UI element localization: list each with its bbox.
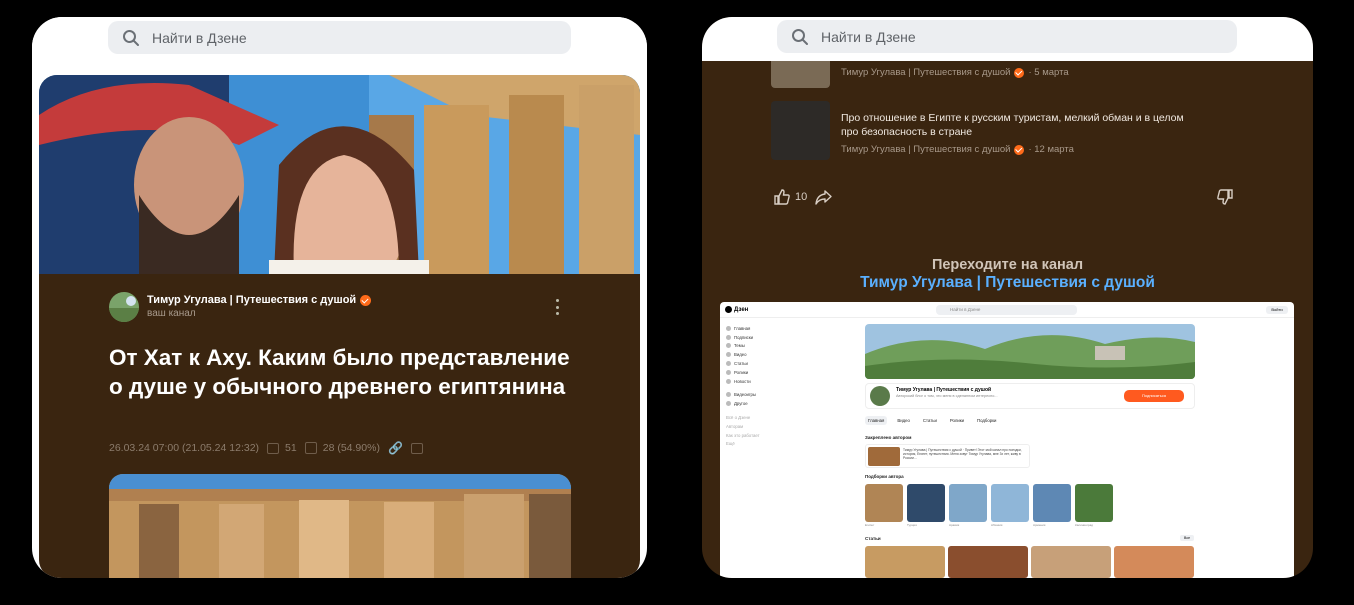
- like-count: 10: [795, 191, 808, 203]
- article-meta: 26.03.24 07:00 (21.05.24 12:32) 51 28 (5…: [109, 441, 429, 455]
- reaction-bar: 10: [774, 189, 832, 205]
- mini-channel-banner: [865, 324, 1195, 379]
- search-placeholder: Найти в Дзене: [152, 29, 247, 46]
- channel-page-screenshot: Дзен Найти в Дзене Войти Главная Подписк…: [720, 302, 1294, 578]
- mini-sidebar: Главная Подписки Темы Видео Статьи Ролик…: [726, 325, 760, 447]
- article-cover-photo: [39, 75, 640, 274]
- search-icon: [122, 29, 140, 47]
- mini-login-button: Войти: [1266, 306, 1288, 314]
- right-phone-screen: Найти в Дзене Тимур Угулава | Путешестви…: [702, 17, 1313, 578]
- screenshot-collage: Найти в Дзене Тимур Угулава | Путешестви…: [0, 0, 1354, 605]
- verified-icon: [360, 295, 372, 306]
- search-icon: [791, 28, 809, 46]
- related-byline: Тимур Угулава | Путешествия с душой · 5 …: [841, 67, 1069, 78]
- mini-tabs: Главная Видео Статьи Ролики Подборки: [865, 416, 1006, 425]
- related-title: Про отношение в Египте к русским туриста…: [841, 112, 1184, 138]
- mini-channel-info: Тимур Угулава | Путешествия с душой Авто…: [865, 383, 1195, 409]
- author-avatar[interactable]: [109, 292, 139, 322]
- mini-collections: [865, 484, 1117, 522]
- mini-all-button: Все: [1180, 535, 1194, 541]
- channel-link[interactable]: Тимур Угулава | Путешествия с душой: [702, 274, 1313, 292]
- dislike-icon[interactable]: [1217, 189, 1233, 210]
- search-placeholder: Найти в Дзене: [821, 28, 916, 45]
- views-count: 51: [285, 442, 297, 454]
- mini-header: Дзен Найти в Дзене Войти: [720, 302, 1294, 318]
- link-icon[interactable]: 🔗: [388, 441, 403, 455]
- verified-icon: [1014, 67, 1025, 78]
- left-phone-screen: Найти в Дзене Тимур Угулава | Путешестви…: [32, 17, 647, 578]
- article-title: От Хат к Аху. Каким было представление о…: [109, 345, 570, 399]
- zen-logo: Дзен: [725, 306, 748, 313]
- author-name-row: Тимур Угулава | Путешествия с душой: [147, 294, 372, 307]
- reads-count: 28 (54.90%): [322, 442, 380, 454]
- related-author: Тимур Угулава | Путешествия с душой: [841, 67, 1011, 78]
- top-bar: Найти в Дзене: [702, 17, 1313, 61]
- reads-icon: [304, 442, 317, 454]
- related-date: 5 марта: [1034, 67, 1069, 78]
- mini-subscribe-button: Подписаться: [1124, 390, 1184, 402]
- related-thumbnail: [771, 61, 830, 88]
- views-icon: [267, 442, 280, 454]
- mini-articles-title: Статьи: [865, 536, 881, 541]
- channel-cta-heading: Переходите на канал: [931, 257, 1084, 273]
- related-author: Тимур Угулава | Путешествия с душой: [841, 144, 1011, 155]
- article-card: Тимур Угулава | Путешествия с душой ваш …: [39, 75, 640, 578]
- article-date: 26.03.24 07:00 (21.05.24 12:32): [109, 442, 260, 454]
- verified-icon: [1014, 144, 1025, 155]
- top-bar: Найти в Дзене: [32, 17, 647, 69]
- mini-article-thumbnails: [865, 546, 1197, 578]
- mini-pinned-title: Закреплено автором: [865, 435, 912, 440]
- author-subtitle: ваш канал: [147, 308, 196, 319]
- article-photo: [109, 474, 571, 578]
- mini-collections-title: Подборки автора: [865, 474, 904, 479]
- mini-search: Найти в Дзене: [936, 305, 1077, 315]
- more-options-icon[interactable]: [552, 299, 562, 315]
- share-icon[interactable]: [815, 189, 832, 205]
- search-input[interactable]: Найти в Дзене: [777, 20, 1237, 53]
- author-block[interactable]: Тимур Угулава | Путешествия с душой ваш …: [109, 292, 372, 322]
- related-byline: Тимур Угулава | Путешествия с душой · 12…: [841, 144, 1074, 155]
- mini-pinned-post: Тимур Угулава | Путешествия с душой · Пр…: [865, 444, 1030, 468]
- related-date: 12 марта: [1034, 144, 1074, 155]
- like-icon[interactable]: [774, 189, 790, 205]
- stats-icon[interactable]: [410, 442, 423, 454]
- mini-collection-labels: Египет Турция Аравия Абхазия Армения Кал…: [865, 523, 1094, 527]
- search-input[interactable]: Найти в Дзене: [108, 21, 571, 54]
- related-thumbnail: [771, 101, 830, 160]
- related-article-1[interactable]: Тимур Угулава | Путешествия с душой · 5 …: [771, 61, 1201, 88]
- related-article-2[interactable]: Про отношение в Египте к русским туриста…: [771, 101, 1201, 160]
- author-name[interactable]: Тимур Угулава | Путешествия с душой: [147, 294, 356, 307]
